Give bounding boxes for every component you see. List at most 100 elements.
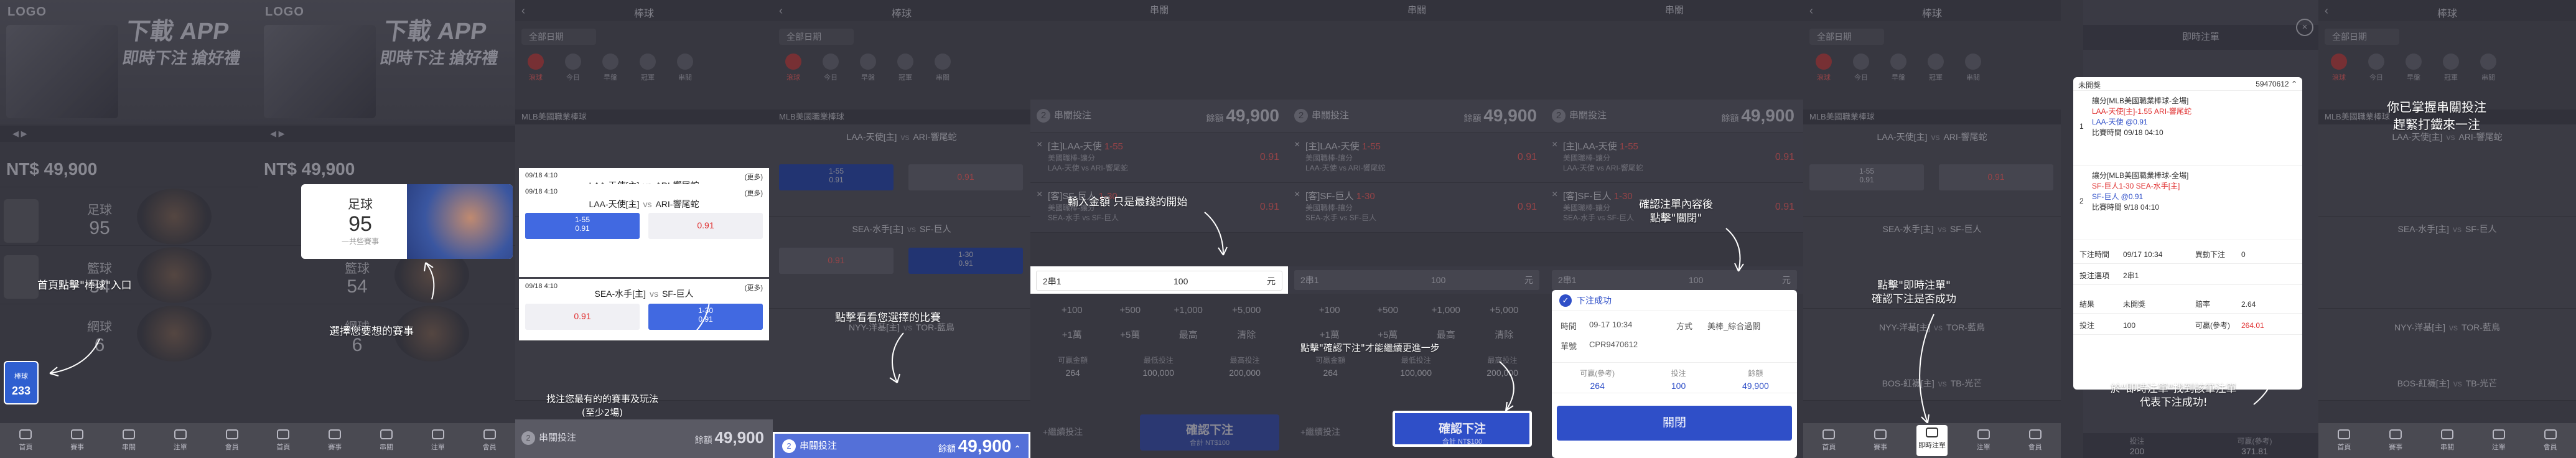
nav-parlay[interactable]: 串關 — [113, 429, 144, 452]
slip-summary[interactable]: 2 串關投注 餘額 49,900 — [1030, 100, 1288, 132]
remove-icon[interactable]: × — [1552, 189, 1557, 200]
quick-amount[interactable]: +1,000 — [1159, 305, 1218, 317]
date-filter[interactable]: 全部日期 — [521, 29, 596, 45]
remove-icon[interactable]: × — [1037, 139, 1042, 151]
tab-parlay[interactable]: 串關 — [928, 51, 957, 86]
tab-live[interactable]: 滾球 — [521, 51, 550, 86]
close-button[interactable]: 關閉 — [1557, 406, 1792, 441]
nav-events[interactable]: 賽事 — [62, 429, 93, 452]
tab-early[interactable]: 早盤 — [854, 51, 882, 86]
continue-betting-link[interactable]: +繼續投注 — [1300, 426, 1340, 438]
tab-live[interactable]: 滾球 — [2325, 51, 2353, 86]
confirm-bet-button[interactable]: 確認下注 合計 NT$100 — [1393, 411, 1532, 447]
slip-summary[interactable]: 2 串關投注 餘額 49,900 — [1288, 100, 1546, 132]
odds-button-selected[interactable]: 1-30 0.91 — [908, 248, 1023, 274]
odds-button-selected[interactable]: 1-55 0.91 — [779, 164, 894, 190]
quick-amount[interactable]: +100 — [1043, 305, 1101, 317]
odds-button[interactable]: 0.91 — [1939, 164, 2053, 190]
match-card[interactable]: LAA-天使[主] vs ARI-響尾蛇 — [2318, 124, 2576, 217]
date-filter[interactable]: 全部日期 — [1809, 29, 1884, 45]
match-card[interactable]: NYY-洋基[主] vs TOR-藍鳥 BOS-紅襪[主] vs TB-光芒 — [2318, 309, 2576, 401]
confirm-bet-button[interactable]: 確認下注 合計 NT$100 — [1140, 414, 1279, 451]
match-card[interactable]: LAA-天使[主] vs ARI-響尾蛇 1-55 0.91 0.91 — [773, 124, 1030, 217]
quick-amount[interactable]: +5,000 — [1475, 305, 1534, 317]
stake-input[interactable]: 2串1 100 元 — [1552, 270, 1797, 290]
tab-outright[interactable]: 冠軍 — [2437, 51, 2465, 86]
home-banner[interactable]: LOGO 下載 APP 即時下注 搶好禮 — [0, 0, 258, 124]
nav-home[interactable]: 首頁 — [1813, 429, 1844, 452]
quick-amount[interactable]: +5萬 — [1101, 328, 1160, 342]
nav-events[interactable]: 賽事 — [319, 429, 350, 452]
odds-button-selected[interactable]: 1-55 0.91 — [525, 213, 640, 239]
nav-member[interactable]: 會員 — [474, 429, 505, 452]
stake-input[interactable]: 2串1 100 元 — [1036, 271, 1282, 291]
tab-today[interactable]: 今日 — [559, 51, 587, 86]
stake-input[interactable]: 2串1 100 元 — [1294, 270, 1539, 290]
tab-live[interactable]: 滾球 — [779, 51, 808, 86]
tab-today[interactable]: 今日 — [816, 51, 845, 86]
quick-amount[interactable]: 清除 — [1475, 328, 1534, 342]
nav-member[interactable]: 會員 — [2020, 429, 2051, 452]
nav-bets[interactable]: 注單 — [422, 429, 454, 452]
odds-button[interactable]: 0.91 — [779, 248, 894, 274]
continue-betting-link[interactable]: +繼續投注 — [1043, 426, 1083, 438]
nav-my-bets[interactable]: 即時注單 — [1916, 425, 1948, 456]
slip-summary[interactable]: 2 串關投注 餘額 49,900 — [1546, 100, 1803, 132]
nav-home[interactable]: 首頁 — [268, 429, 299, 452]
nav-bets[interactable]: 注單 — [1968, 429, 1999, 452]
quick-amount[interactable]: +5萬 — [1359, 328, 1417, 342]
odds-button[interactable]: 0.91 — [648, 213, 763, 239]
tab-parlay[interactable]: 串關 — [1959, 51, 1987, 86]
quick-amount[interactable]: +1萬 — [1043, 328, 1101, 342]
date-filter[interactable]: 全部日期 — [779, 29, 854, 45]
quick-amount[interactable]: +500 — [1359, 305, 1417, 317]
match-card[interactable]: SEA-水手[主] vs SF-巨人 0.91 1-30 0.91 — [773, 217, 1030, 309]
nav-member[interactable]: 會員 — [217, 429, 248, 452]
tab-outright[interactable]: 冠軍 — [633, 51, 662, 86]
tab-outright[interactable]: 冠軍 — [1921, 51, 1950, 86]
nav-member[interactable]: 會員 — [2535, 429, 2566, 452]
category-card-football[interactable]: 足球 95 一共些賽事 — [301, 184, 513, 259]
tab-today[interactable]: 今日 — [1847, 51, 1875, 86]
nav-events[interactable]: 賽事 — [2380, 429, 2411, 452]
announcement-ticker[interactable]: ◀ ▶ — [258, 126, 515, 142]
category-basketball[interactable]: 籃球 54 — [0, 245, 258, 304]
nav-bets[interactable]: 注單 — [2483, 429, 2514, 452]
quick-amount[interactable]: +5,000 — [1218, 305, 1276, 317]
quick-amount[interactable]: +500 — [1101, 305, 1160, 317]
tab-outright[interactable]: 冠軍 — [891, 51, 920, 86]
nav-home[interactable]: 首頁 — [2328, 429, 2359, 452]
category-football[interactable]: 足球 95 — [0, 187, 258, 245]
quick-amount[interactable]: +1,000 — [1417, 305, 1475, 317]
quick-amount[interactable]: +1萬 — [1300, 328, 1359, 342]
quick-amount[interactable]: 最高 — [1417, 328, 1475, 342]
odds-button[interactable]: 0.91 — [908, 164, 1023, 190]
quick-amount[interactable]: +100 — [1300, 305, 1359, 317]
nav-events[interactable]: 賽事 — [1865, 429, 1896, 452]
tab-parlay[interactable]: 串關 — [671, 51, 699, 86]
match-card[interactable]: SEA-水手[主] vs SF-巨人 — [2318, 217, 2576, 309]
remove-icon[interactable]: × — [1037, 189, 1042, 200]
tab-parlay[interactable]: 串關 — [2474, 51, 2503, 86]
remove-icon[interactable]: × — [1294, 139, 1300, 151]
remove-icon[interactable]: × — [1552, 139, 1557, 151]
quick-amount[interactable]: 清除 — [1218, 328, 1276, 342]
odds-button[interactable]: 1-55 0.91 — [1809, 164, 1924, 190]
home-banner[interactable]: LOGO 下載 APP 即時下注 搶好禮 — [258, 0, 515, 124]
tab-today[interactable]: 今日 — [2362, 51, 2391, 86]
match-card[interactable]: LAA-天使[主] vs ARI-響尾蛇 1-55 0.91 0.91 — [1803, 124, 2061, 217]
nav-parlay[interactable]: 串關 — [2432, 429, 2463, 452]
parlay-slip-bar[interactable]: 2 串關投注 餘額 49,900 — [515, 419, 773, 458]
side-tab[interactable] — [4, 255, 39, 299]
parlay-slip-bar[interactable]: 2 串關投注 餘額 49,900 ⌃ — [773, 432, 1030, 458]
tab-early[interactable]: 早盤 — [1884, 51, 1913, 86]
tab-early[interactable]: 早盤 — [2399, 51, 2428, 86]
nav-home[interactable]: 首頁 — [10, 429, 41, 452]
quick-amount[interactable]: 最高 — [1159, 328, 1218, 342]
remove-icon[interactable]: × — [1294, 189, 1300, 200]
side-tab[interactable] — [4, 199, 39, 243]
odds-button[interactable]: 0.91 — [525, 304, 640, 330]
nav-parlay[interactable]: 串關 — [371, 429, 402, 452]
side-tab-baseball[interactable]: 棒球 233 — [4, 361, 39, 404]
close-icon[interactable]: × — [2296, 19, 2313, 36]
